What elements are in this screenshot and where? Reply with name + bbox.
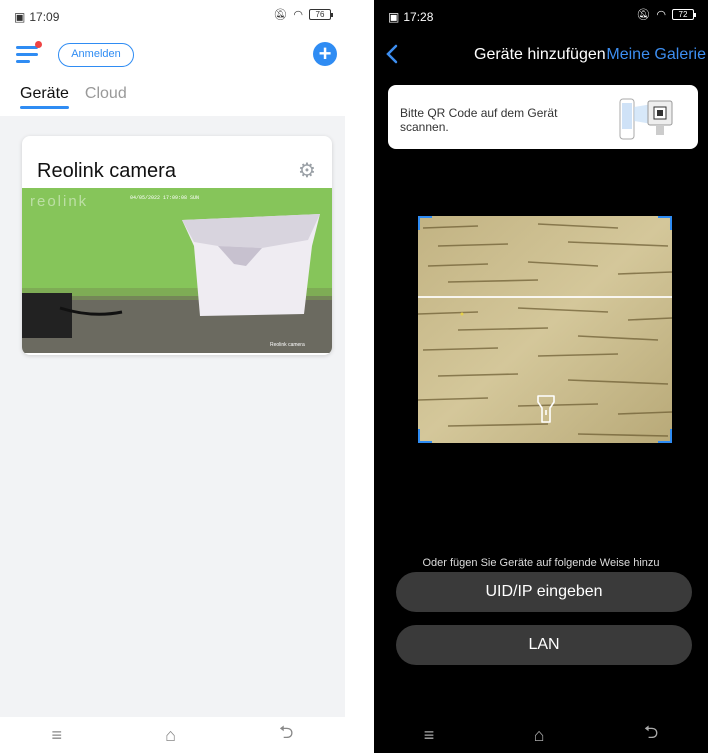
battery-icon: 76 (309, 9, 333, 20)
preview-caption: Reolink camera (270, 342, 305, 348)
preview-brand-watermark: reolink (30, 193, 88, 210)
home-icon[interactable]: ⌂ (165, 725, 176, 746)
qr-scan-illustration-icon (619, 98, 673, 140)
camera-preview[interactable]: reolink 04/05/2022 17:09:08 SUN Reolink … (22, 188, 332, 353)
gear-icon[interactable]: ⚙ (298, 161, 316, 181)
menu-lines-icon[interactable]: ≡ (424, 725, 435, 746)
viewfinder-corner (658, 429, 672, 443)
login-button[interactable]: Anmelden (58, 43, 134, 67)
scan-line (418, 296, 672, 298)
tab-devices[interactable]: Geräte (20, 85, 69, 109)
screenshot-indicator-icon: ▣ (14, 10, 26, 24)
home-icon[interactable]: ⌂ (534, 725, 545, 746)
viewfinder-corner (658, 216, 672, 230)
notification-dot (35, 41, 42, 48)
viewfinder-corner (418, 216, 432, 230)
wifi-icon: ◠ (293, 9, 303, 21)
back-nav-icon[interactable]: ⮌ (279, 720, 293, 750)
flashlight-icon[interactable] (536, 394, 556, 424)
page-title: Geräte hinzufügen (474, 46, 606, 63)
plus-circle-icon[interactable]: + (313, 42, 337, 66)
qr-hint-card: Bitte QR Code auf dem Gerät scannen. (388, 85, 698, 149)
add-device-screen: ▣ 17:28 🔕︎ ◠ 72 Geräte hinzufügen Meine … (374, 0, 708, 753)
status-time: 17:09 (29, 10, 60, 24)
qr-scanner-viewfinder[interactable] (418, 216, 672, 443)
device-list: Reolink camera ⚙ reolink 04/05/2022 17:0… (0, 116, 345, 720)
wifi-icon: ◠ (656, 9, 666, 21)
status-bar: ▣ 17:28 🔕︎ ◠ 72 (374, 0, 708, 32)
gallery-link[interactable]: Meine Galerie (606, 46, 706, 64)
tab-cloud[interactable]: Cloud (85, 85, 127, 109)
qr-hint-text: Bitte QR Code auf dem Gerät scannen. (400, 106, 558, 134)
alternative-methods-text: Oder fügen Sie Geräte auf folgende Weise… (422, 557, 660, 569)
menu-lines-icon[interactable]: ≡ (52, 725, 63, 746)
back-nav-icon[interactable]: ⮌ (644, 720, 658, 750)
battery-icon: 72 (672, 9, 696, 20)
system-nav-bar: ≡ ⌂ ⮌ (0, 717, 345, 753)
viewfinder-corner (418, 429, 432, 443)
menu-icon[interactable] (16, 41, 42, 64)
camera-preview-image: reolink 04/05/2022 17:09:08 SUN Reolink … (22, 188, 332, 353)
tab-bar: Geräte Cloud (20, 85, 127, 109)
lan-button[interactable]: LAN (396, 625, 692, 665)
devices-screen: ▣ 17:09 🔕︎ ◠ 76 Anmelden + Geräte Cloud … (0, 0, 345, 753)
camera-card[interactable]: Reolink camera ⚙ reolink 04/05/2022 17:0… (22, 136, 332, 355)
preview-timestamp: 04/05/2022 17:09:08 SUN (130, 195, 199, 201)
system-nav-bar: ≡ ⌂ ⮌ (374, 717, 708, 753)
mute-icon: 🔕︎ (636, 9, 651, 21)
status-bar: ▣ 17:09 🔕︎ ◠ 76 (0, 0, 345, 32)
mute-icon: 🔕︎ (273, 9, 288, 21)
back-chevron-icon[interactable] (384, 44, 400, 64)
camera-name: Reolink camera (37, 160, 176, 182)
screenshot-indicator-icon: ▣ (388, 10, 400, 24)
status-time: 17:28 (403, 10, 434, 24)
uid-ip-button[interactable]: UID/IP eingeben (396, 572, 692, 612)
